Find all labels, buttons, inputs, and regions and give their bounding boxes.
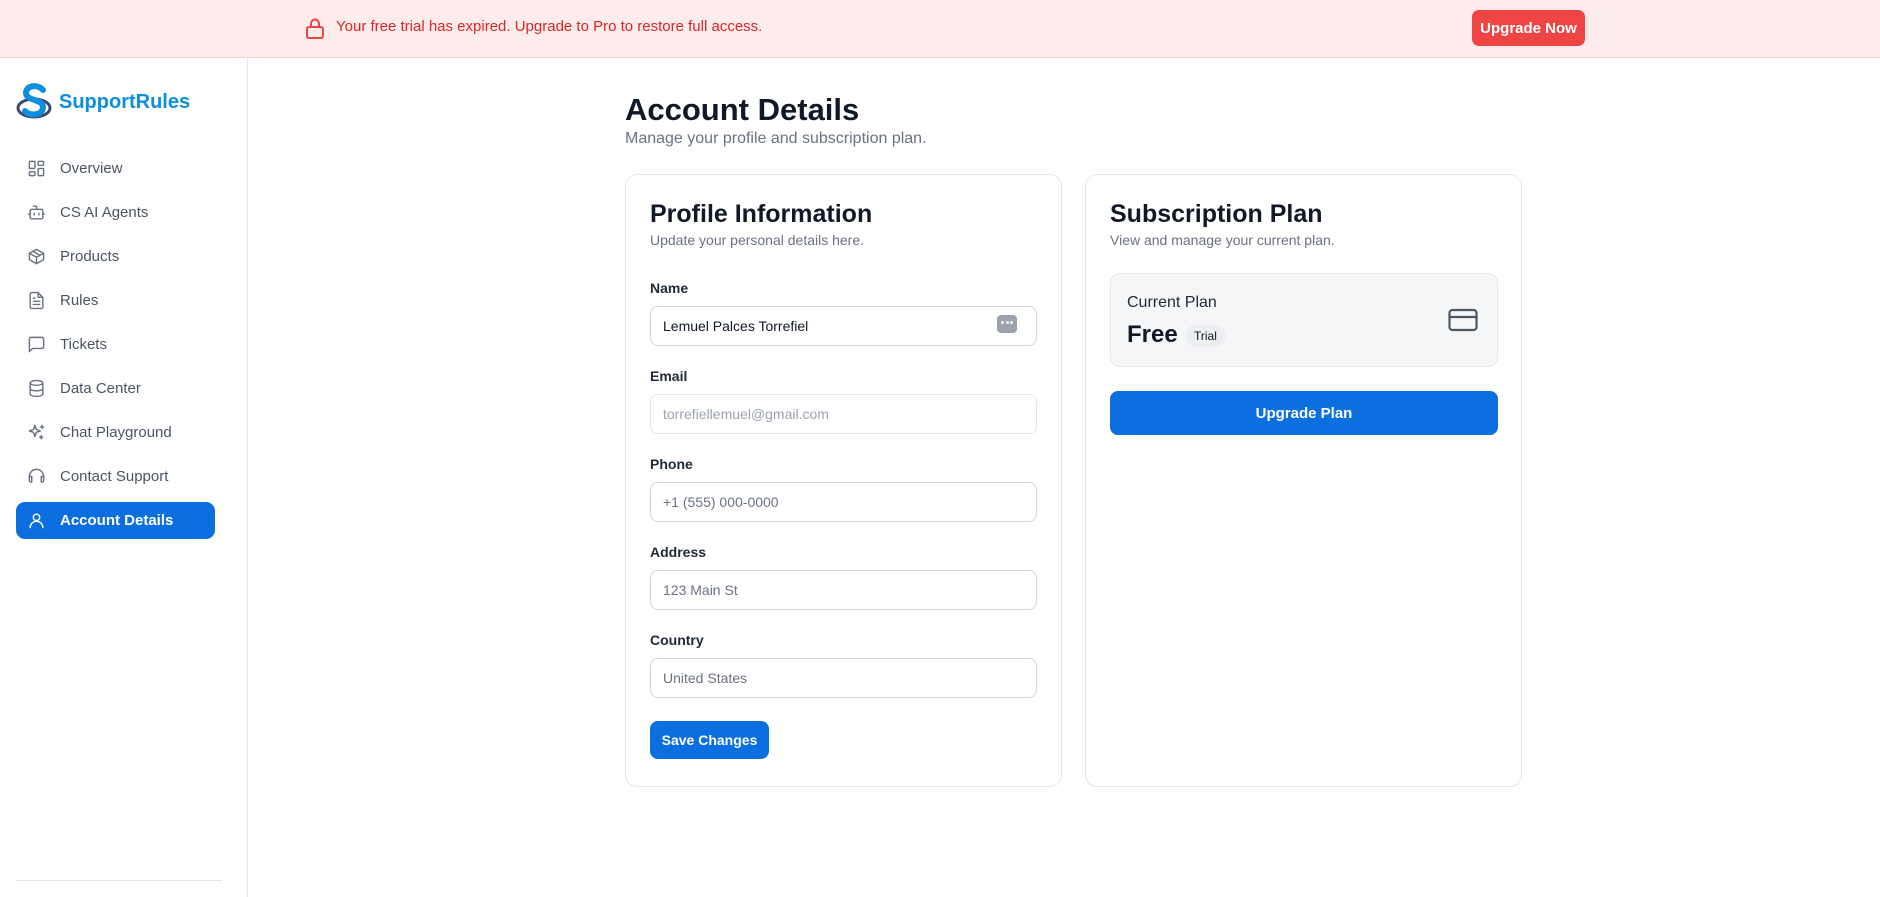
profile-information-card: Profile Information Update your personal… (625, 174, 1062, 787)
lock-icon (305, 17, 325, 39)
plan-name: Free (1127, 321, 1178, 348)
sidebar-item-chat-playground[interactable]: Chat Playground (16, 414, 215, 451)
email-label: Email (650, 368, 688, 384)
headset-icon (27, 467, 46, 486)
email-field (650, 394, 1037, 434)
password-manager-icon[interactable] (997, 315, 1017, 333)
sidebar-item-label: Rules (60, 292, 99, 309)
subscription-plan-card: Subscription Plan View and manage your c… (1085, 174, 1522, 787)
supportrules-logo-icon (16, 82, 52, 122)
name-field[interactable] (650, 306, 1037, 346)
document-icon (27, 291, 46, 310)
sidebar-item-rules[interactable]: Rules (16, 282, 215, 319)
sidebar-item-tickets[interactable]: Tickets (16, 326, 215, 363)
profile-card-title: Profile Information (650, 200, 873, 228)
sidebar-item-label: Data Center (60, 380, 141, 397)
sidebar-item-overview[interactable]: Overview (16, 150, 215, 187)
sidebar-item-data-center[interactable]: Data Center (16, 370, 215, 407)
trial-expired-banner: Your free trial has expired. Upgrade to … (0, 0, 1880, 58)
phone-field[interactable] (650, 482, 1037, 522)
page-subtitle: Manage your profile and subscription pla… (625, 130, 927, 147)
sidebar-item-products[interactable]: Products (16, 238, 215, 275)
sidebar-item-label: Chat Playground (60, 424, 172, 441)
brand-name: SupportRules (59, 91, 191, 113)
sidebar-item-label: Tickets (60, 336, 107, 353)
bot-icon (27, 203, 46, 222)
sidebar-item-label: CS AI Agents (60, 204, 149, 221)
upgrade-now-button[interactable]: Upgrade Now (1472, 10, 1585, 46)
box-icon (27, 247, 46, 266)
grid-icon (27, 159, 46, 178)
sparkles-icon (27, 423, 46, 442)
sidebar-item-label: Products (60, 248, 120, 265)
sidebar-divider (16, 880, 222, 881)
current-plan-panel: Current Plan Free Trial (1110, 273, 1498, 367)
upgrade-plan-button[interactable]: Upgrade Plan (1110, 391, 1498, 435)
plan-status-badge: Trial (1185, 325, 1226, 347)
name-label: Name (650, 280, 689, 296)
sidebar-item-label: Account Details (60, 512, 174, 529)
address-label: Address (650, 544, 707, 560)
sidebar-item-label: Contact Support (60, 468, 169, 485)
country-label: Country (650, 632, 704, 648)
phone-label: Phone (650, 456, 693, 472)
address-field[interactable] (650, 570, 1037, 610)
save-changes-button[interactable]: Save Changes (650, 721, 769, 759)
sidebar-item-contact-support[interactable]: Contact Support (16, 458, 215, 495)
banner-message: Your free trial has expired. Upgrade to … (336, 18, 763, 35)
subscription-card-description: View and manage your current plan. (1110, 232, 1335, 248)
sidebar-nav: Overview CS AI Agents Products Rules Tic… (16, 150, 215, 546)
subscription-card-title: Subscription Plan (1110, 200, 1323, 228)
user-icon (27, 511, 46, 530)
page-title: Account Details (625, 92, 860, 127)
database-icon (27, 379, 46, 398)
chat-bubble-icon (27, 335, 46, 354)
current-plan-caption: Current Plan (1127, 294, 1217, 311)
country-field[interactable] (650, 658, 1037, 698)
sidebar-item-label: Overview (60, 160, 123, 177)
credit-card-icon (1448, 308, 1478, 332)
sidebar-item-cs-ai-agents[interactable]: CS AI Agents (16, 194, 215, 231)
profile-card-description: Update your personal details here. (650, 232, 865, 248)
sidebar: SupportRules Overview CS AI Agents Produ… (0, 58, 248, 897)
sidebar-item-account-details[interactable]: Account Details (16, 502, 215, 539)
